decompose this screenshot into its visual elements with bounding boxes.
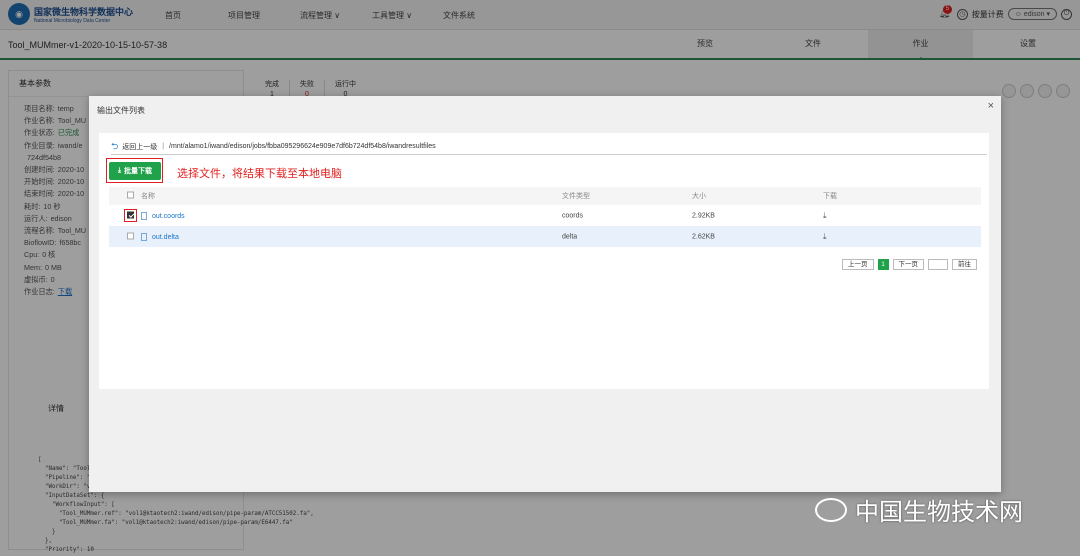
current-page[interactable]: 1 bbox=[877, 259, 889, 270]
highlight-box bbox=[124, 209, 137, 222]
file-icon bbox=[141, 211, 147, 220]
back-arrow-icon[interactable]: ⮌ bbox=[111, 139, 118, 155]
next-page-button[interactable]: 下一页 bbox=[892, 259, 924, 270]
file-name[interactable]: out.delta bbox=[152, 233, 179, 240]
file-size: 2.92KB bbox=[692, 212, 715, 219]
download-icon[interactable]: ⤓ bbox=[823, 211, 827, 221]
file-name[interactable]: out.coords bbox=[152, 212, 185, 219]
table-row[interactable]: out.delta delta 2.62KB ⤓ bbox=[109, 226, 981, 247]
breadcrumb: ⮌ 返回上一级 | /mnt/alamo1/iwand/edison/jobs/… bbox=[111, 139, 987, 155]
row-checkbox[interactable] bbox=[127, 232, 134, 239]
close-icon[interactable]: × bbox=[988, 100, 994, 112]
modal-body: ⮌ 返回上一级 | /mnt/alamo1/iwand/edison/jobs/… bbox=[99, 133, 989, 389]
file-type: coords bbox=[562, 212, 584, 219]
annotation-text: 选择文件，将结果下载至本地电脑 bbox=[177, 168, 342, 180]
page-input[interactable] bbox=[928, 259, 948, 270]
col-download: 下载 bbox=[823, 193, 837, 200]
col-type: 文件类型 bbox=[562, 193, 590, 200]
table-header: 名称 文件类型 大小 下载 bbox=[109, 187, 981, 205]
goto-button[interactable]: 前往 bbox=[952, 259, 977, 270]
select-all-checkbox[interactable] bbox=[127, 191, 134, 199]
col-size: 大小 bbox=[692, 193, 706, 200]
col-name: 名称 bbox=[141, 193, 155, 200]
highlight-box bbox=[106, 158, 163, 183]
separator: | bbox=[162, 143, 165, 150]
file-type: delta bbox=[562, 233, 578, 240]
pagination: 上一页 1 下一页 前往 bbox=[842, 259, 977, 270]
output-files-modal: 输出文件列表 × ⮌ 返回上一级 | /mnt/alamo1/iwand/edi… bbox=[89, 96, 1001, 492]
prev-page-button[interactable]: 上一页 bbox=[842, 259, 874, 270]
modal-title: 输出文件列表 bbox=[97, 106, 145, 115]
file-icon bbox=[141, 232, 147, 241]
watermark: 中国生物技术网 bbox=[815, 492, 1023, 527]
file-size: 2.62KB bbox=[692, 233, 715, 240]
wechat-icon bbox=[815, 497, 847, 522]
download-icon[interactable]: ⤓ bbox=[823, 232, 827, 242]
current-path: /mnt/alamo1/iwand/edison/jobs/fbba095296… bbox=[169, 143, 436, 150]
table-row[interactable]: out.coords coords 2.92KB ⤓ bbox=[109, 205, 981, 226]
file-table: 名称 文件类型 大小 下载 out.coords coords 2.92KB ⤓… bbox=[109, 187, 981, 247]
back-link[interactable]: 返回上一级 bbox=[122, 142, 157, 152]
